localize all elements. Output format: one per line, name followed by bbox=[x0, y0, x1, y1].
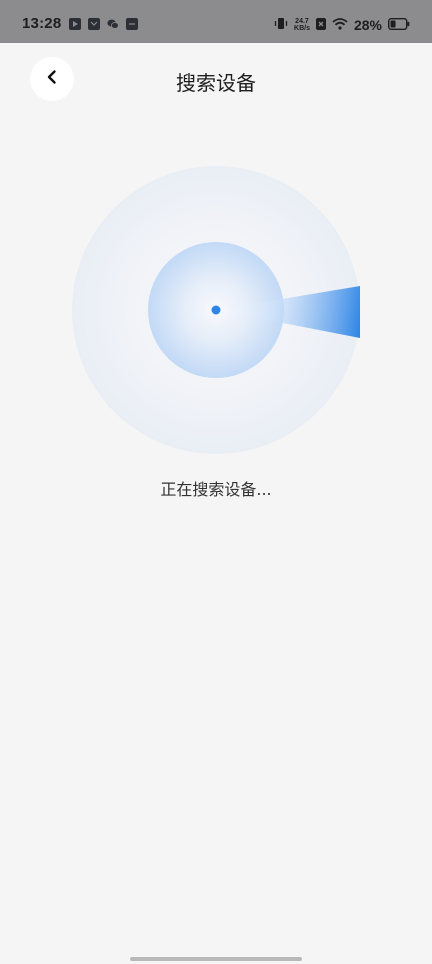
status-bar: 13:28 24.7 KB/s 28% bbox=[0, 0, 432, 43]
mail-app-icon bbox=[88, 18, 100, 30]
message-app-icon bbox=[126, 18, 138, 30]
sim-disabled-icon bbox=[315, 15, 326, 34]
wifi-icon bbox=[332, 15, 348, 34]
status-time: 13:28 bbox=[22, 15, 62, 32]
radar-scanner bbox=[72, 166, 360, 454]
video-app-icon bbox=[69, 18, 81, 30]
home-indicator[interactable] bbox=[130, 957, 302, 961]
wechat-icon bbox=[107, 18, 119, 30]
network-speed-value: 24.7 bbox=[295, 17, 309, 25]
searching-status-text: 正在搜索设备... bbox=[160, 480, 272, 499]
battery-percent: 28% bbox=[353, 16, 382, 33]
vibrate-icon bbox=[274, 15, 288, 34]
status-indicators: 24.7 KB/s 28% bbox=[274, 15, 410, 34]
battery-icon bbox=[387, 15, 410, 34]
network-speed-unit: KB/s bbox=[294, 24, 310, 32]
radar-center-dot bbox=[211, 305, 221, 315]
network-speed: 24.7 KB/s bbox=[294, 18, 310, 32]
notification-icons bbox=[69, 18, 138, 30]
page-title: 搜索设备 bbox=[176, 71, 256, 95]
